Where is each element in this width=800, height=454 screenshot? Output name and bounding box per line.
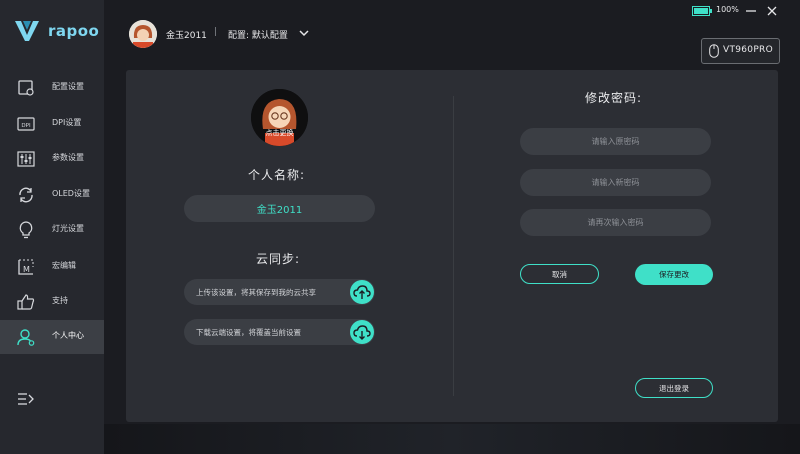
sidebar-item-label: 个人中心 bbox=[52, 331, 84, 340]
sidebar-item-profile[interactable]: 个人中心 bbox=[0, 320, 104, 354]
cloud-sync-title: 云同步: bbox=[256, 252, 301, 266]
rapoo-logo: rapoo bbox=[14, 18, 104, 48]
header-username: 金玉2011 bbox=[166, 31, 207, 41]
change-password-title: 修改密码: bbox=[585, 91, 643, 105]
old-password-input[interactable] bbox=[520, 128, 711, 155]
sidebar: rapoo 配置设置 DPI DPI设置 参数设置 OLED设置 灯光设置 M … bbox=[0, 0, 104, 454]
user-icon bbox=[17, 329, 35, 346]
minimize-icon[interactable] bbox=[744, 4, 758, 18]
cloud-upload-row: 上传该设置，将其保存到我的云共享 bbox=[184, 279, 375, 305]
sidebar-item-macro[interactable]: M 宏编辑 bbox=[0, 250, 104, 284]
sidebar-item-label: 支持 bbox=[52, 296, 68, 305]
cloud-download-row: 下载云端设置，将覆盖当前设置 bbox=[184, 319, 375, 345]
save-changes-button[interactable]: 保存更改 bbox=[635, 264, 713, 285]
sidebar-item-support[interactable]: 支持 bbox=[0, 285, 104, 319]
upload-description: 上传该设置，将其保存到我的云共享 bbox=[196, 288, 316, 297]
svg-text:M: M bbox=[23, 265, 30, 274]
sidebar-item-params[interactable]: 参数设置 bbox=[0, 142, 104, 176]
logo-text: rapoo bbox=[48, 22, 100, 40]
sidebar-item-config[interactable]: 配置设置 bbox=[0, 71, 104, 105]
cloud-upload-button[interactable] bbox=[350, 280, 374, 304]
panel-divider bbox=[453, 96, 454, 396]
bulb-icon bbox=[19, 221, 33, 239]
cloud-download-button[interactable] bbox=[350, 320, 374, 344]
dpi-icon: DPI bbox=[17, 117, 35, 131]
header-config: 配置: 默认配置 bbox=[228, 31, 288, 41]
svg-text:DPI: DPI bbox=[21, 123, 31, 129]
cancel-button[interactable]: 取消 bbox=[520, 264, 599, 284]
mouse-icon bbox=[709, 44, 719, 58]
new-password-input[interactable] bbox=[520, 169, 711, 196]
thumbs-up-icon bbox=[17, 294, 35, 310]
sidebar-item-dpi[interactable]: DPI DPI设置 bbox=[0, 107, 104, 141]
sidebar-item-label: 宏编辑 bbox=[52, 261, 76, 270]
sidebar-item-label: 参数设置 bbox=[52, 153, 84, 162]
logout-button[interactable]: 退出登录 bbox=[635, 378, 713, 398]
change-avatar-label: 点击更换 bbox=[265, 129, 294, 137]
confirm-password-input[interactable] bbox=[520, 209, 711, 236]
profile-avatar[interactable]: 点击更换 bbox=[251, 89, 308, 146]
header-separator: | bbox=[214, 27, 218, 37]
profile-name-title: 个人名称: bbox=[248, 168, 306, 182]
cloud-download-icon bbox=[353, 325, 371, 340]
sidebar-item-label: OLED设置 bbox=[52, 189, 90, 198]
collapse-menu-icon[interactable] bbox=[16, 390, 34, 408]
macro-icon: M bbox=[18, 259, 34, 275]
sliders-icon bbox=[17, 151, 35, 167]
cloud-upload-icon bbox=[353, 285, 371, 299]
sidebar-item-label: DPI设置 bbox=[52, 118, 82, 127]
profile-panel bbox=[126, 70, 778, 422]
sidebar-item-label: 灯光设置 bbox=[52, 224, 84, 233]
device-name: VT960PRO bbox=[723, 45, 773, 55]
chevron-down-icon[interactable] bbox=[298, 27, 310, 39]
sidebar-item-label: 配置设置 bbox=[52, 82, 84, 91]
sidebar-item-oled[interactable]: OLED设置 bbox=[0, 178, 104, 212]
close-icon[interactable] bbox=[765, 4, 779, 18]
refresh-icon bbox=[19, 187, 33, 203]
bottom-strip bbox=[104, 424, 800, 454]
battery-percent: 100% bbox=[716, 5, 739, 14]
profile-name-field[interactable]: 金玉2011 bbox=[184, 195, 375, 222]
sidebar-item-lighting[interactable]: 灯光设置 bbox=[0, 213, 104, 247]
download-description: 下载云端设置，将覆盖当前设置 bbox=[196, 328, 301, 337]
config-icon bbox=[18, 80, 34, 96]
device-selector[interactable]: VT960PRO bbox=[701, 38, 780, 64]
battery-icon bbox=[692, 6, 712, 16]
user-avatar[interactable] bbox=[129, 20, 157, 48]
